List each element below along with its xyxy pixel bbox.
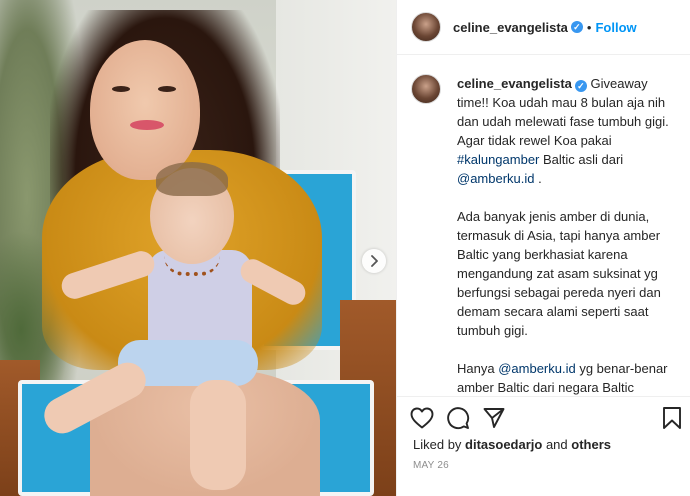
caption-paragraph-2: Ada banyak jenis amber di dunia, termasu… [457, 209, 661, 338]
post-sidebar: celine_evangelista ✓ • Follow celine_eva… [396, 0, 690, 496]
baby-hair [156, 162, 228, 196]
share-icon [483, 408, 505, 428]
liked-by-user[interactable]: ditasoedarjo [465, 437, 542, 452]
chevron-right-icon [371, 255, 378, 267]
likes-others-link[interactable]: others [571, 437, 611, 452]
separator-dot: • [586, 19, 592, 35]
caption-text: celine_evangelista ✓ Giveaway time!! Koa … [457, 74, 679, 396]
likes-middle: and [542, 437, 572, 452]
share-button[interactable] [481, 405, 507, 431]
post-photo[interactable] [0, 0, 396, 496]
action-bar [397, 396, 690, 440]
woman-eye-right [158, 86, 176, 92]
verified-badge-icon: ✓ [570, 21, 583, 33]
caption-text-b: Baltic asli dari [539, 152, 624, 167]
like-button[interactable] [409, 405, 435, 431]
caption-row: celine_evangelista ✓ Giveaway time!! Koa … [411, 74, 679, 396]
verified-badge-icon: ✓ [574, 80, 587, 92]
follow-button[interactable]: Follow [595, 20, 636, 35]
woman-lips [130, 120, 164, 130]
next-photo-button[interactable] [362, 249, 386, 273]
caption-text-c: . [534, 171, 542, 186]
likes-summary: Liked by ditasoedarjo and others [413, 437, 611, 452]
hashtag-link[interactable]: #kalungamber [457, 152, 539, 167]
save-button[interactable] [659, 405, 685, 431]
comment-icon [447, 407, 470, 430]
heart-icon [410, 407, 434, 429]
post-date[interactable]: MAY 26 [413, 460, 449, 471]
post-header: celine_evangelista ✓ • Follow [397, 0, 690, 55]
caption-avatar[interactable] [411, 74, 441, 104]
comment-button[interactable] [445, 405, 471, 431]
header-username[interactable]: celine_evangelista [453, 20, 568, 35]
bookmark-icon [663, 407, 681, 429]
mention-link[interactable]: @amberku.id [457, 171, 535, 186]
baby-leg-right [190, 380, 246, 490]
avatar[interactable] [411, 12, 441, 42]
likes-prefix: Liked by [413, 437, 466, 452]
woman-face [90, 40, 200, 180]
caption-text-d: Hanya [457, 361, 499, 376]
woman-eye-left [112, 86, 130, 92]
caption-username[interactable]: celine_evangelista [457, 76, 572, 91]
mention-link-2[interactable]: @amberku.id [498, 361, 576, 376]
caption-section[interactable]: celine_evangelista ✓ Giveaway time!! Koa … [397, 56, 690, 396]
